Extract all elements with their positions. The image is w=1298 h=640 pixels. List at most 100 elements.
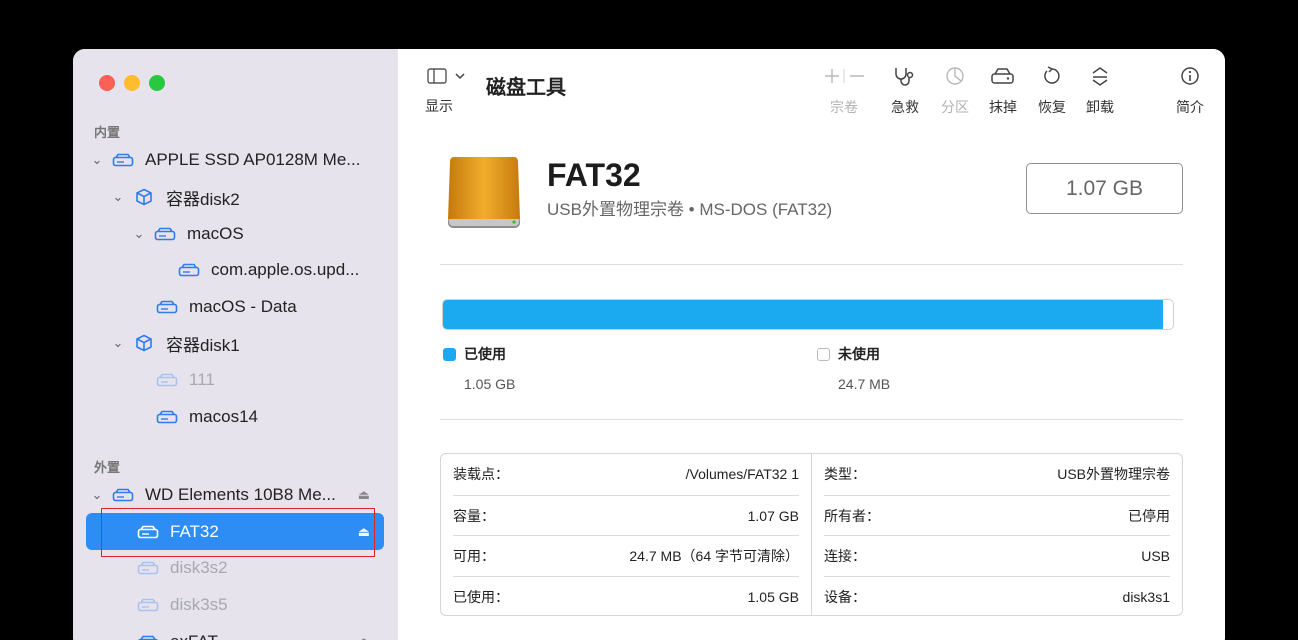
plus-minus-icon <box>820 66 868 91</box>
free-swatch <box>817 347 830 361</box>
sidebar-item-label: macos14 <box>189 407 258 426</box>
volume-icon <box>136 560 160 576</box>
minimize-button[interactable] <box>124 75 140 91</box>
section-internal: 内置 <box>94 125 121 140</box>
divider <box>440 419 1183 420</box>
sidebar-item-label: WD Elements 10B8 Me... <box>145 485 336 504</box>
container-cube-icon <box>132 188 156 206</box>
usage-bar <box>442 299 1174 330</box>
volume-name: FAT32 <box>547 157 641 193</box>
volume-header: FAT32 USB外置物理宗卷 • MS-DOS (FAT32) 1.07 GB <box>440 149 1185 239</box>
display-button[interactable]: 显示 <box>425 67 466 116</box>
sidebar-item-snapshot[interactable]: com.apple.os.upd... <box>73 253 398 287</box>
volume-icon <box>155 299 179 315</box>
first-aid-button[interactable]: 急救 <box>891 66 919 117</box>
chevron-down-icon[interactable]: ⌄ <box>89 152 105 168</box>
volume-icon <box>136 597 160 613</box>
section-external: 外置 <box>94 460 121 475</box>
info-column-right: 类型： USB外置物理宗卷 所有者： 已停用 连接： USB 设备： disk3… <box>811 454 1182 615</box>
volume-size-badge: 1.07 GB <box>1026 163 1183 214</box>
drive-icon <box>111 487 135 503</box>
zoom-button[interactable] <box>149 75 165 91</box>
sidebar-item-macos[interactable]: ⌄ macOS <box>73 217 398 251</box>
info-column-left: 装载点： /Volumes/FAT32 1 容量： 1.07 GB 可用： 24… <box>441 454 811 615</box>
table-row: 连接： USB <box>824 535 1170 576</box>
used-value: 1.05 GB <box>464 376 516 392</box>
eject-icon[interactable]: ⏏ <box>358 634 370 640</box>
sidebar-item-label: disk3s2 <box>170 558 228 577</box>
sidebar-item-label: macOS - Data <box>189 297 297 316</box>
sidebar-item-label: exFAT <box>170 632 218 640</box>
stethoscope-icon <box>892 66 918 91</box>
usage-bar-used <box>443 300 1163 329</box>
volume-icon <box>153 226 177 242</box>
volume-button[interactable]: 宗卷 <box>820 66 868 117</box>
info-button[interactable]: 简介 <box>1176 66 1204 117</box>
close-button[interactable] <box>99 75 115 91</box>
divider <box>440 264 1183 265</box>
sidebar-toggle-icon <box>426 67 466 90</box>
sidebar-item-label: com.apple.os.upd... <box>211 260 360 279</box>
sidebar-item-label: FAT32 <box>170 521 219 541</box>
volume-subtitle: USB外置物理宗卷 • MS-DOS (FAT32) <box>547 200 833 219</box>
eject-icon[interactable]: ⏏ <box>358 524 370 540</box>
eraser-drive-icon <box>990 66 1016 91</box>
info-icon <box>1179 66 1201 91</box>
info-table: 装载点： /Volumes/FAT32 1 容量： 1.07 GB 可用： 24… <box>440 453 1183 616</box>
table-row: 类型： USB外置物理宗卷 <box>824 466 1170 483</box>
sidebar-item-111[interactable]: 111 <box>73 363 398 397</box>
partition-button[interactable]: 分区 <box>941 66 969 117</box>
chevron-down-icon[interactable]: ⌄ <box>110 189 126 205</box>
sidebar-item-container-disk1[interactable]: ⌄ 容器disk1 <box>73 326 398 360</box>
legend-used: 已使用 1.05 GB <box>443 344 515 392</box>
table-row: 设备： disk3s1 <box>824 576 1170 617</box>
chevron-down-icon[interactable]: ⌄ <box>89 487 105 503</box>
erase-button[interactable]: 抹掉 <box>989 66 1017 117</box>
sidebar-item-exfat[interactable]: exFAT ⏏ <box>73 625 398 640</box>
volume-icon <box>136 524 160 540</box>
sidebar-item-label: 容器disk1 <box>166 335 240 355</box>
chevron-down-icon[interactable]: ⌄ <box>110 335 126 351</box>
sidebar-item-label: APPLE SSD AP0128M Me... <box>145 150 361 169</box>
volume-icon <box>155 409 179 425</box>
sidebar-item-label: 111 <box>189 370 215 389</box>
sidebar-item-container-disk2[interactable]: ⌄ 容器disk2 <box>73 180 398 214</box>
chevron-down-icon[interactable]: ⌄ <box>131 226 147 242</box>
sidebar-item-disk3s5[interactable]: disk3s5 <box>73 588 398 622</box>
drive-icon <box>111 152 135 168</box>
restore-arrow-icon <box>1041 66 1063 91</box>
table-row: 容量： 1.07 GB <box>453 494 799 536</box>
unmount-icon <box>1089 66 1111 91</box>
restore-button[interactable]: 恢复 <box>1038 66 1066 117</box>
sidebar: 内置 ⌄ APPLE SSD AP0128M Me... ⌄ 容器disk2 ⌄… <box>73 49 398 640</box>
legend-free: 未使用 24.7 MB <box>817 344 890 392</box>
eject-icon[interactable]: ⏏ <box>358 487 370 503</box>
app-title: 磁盘工具 <box>486 77 566 99</box>
sidebar-item-disk3s2[interactable]: disk3s2 <box>73 551 398 585</box>
container-cube-icon <box>132 334 156 352</box>
sidebar-item-label: disk3s5 <box>170 595 228 614</box>
sidebar-item-apple-ssd[interactable]: ⌄ APPLE SSD AP0128M Me... <box>73 143 398 177</box>
main-content: 显示 磁盘工具 宗卷 急救 分区 抹掉 恢复 卸载 简介 FAT32 USB外置… <box>398 49 1225 640</box>
table-row: 已使用： 1.05 GB <box>453 576 799 617</box>
volume-icon <box>136 634 160 640</box>
free-value: 24.7 MB <box>838 376 891 392</box>
sidebar-item-macos-data[interactable]: macOS - Data <box>73 290 398 324</box>
used-swatch <box>443 347 456 361</box>
sidebar-item-macos14[interactable]: macos14 <box>73 400 398 434</box>
volume-icon <box>177 262 201 278</box>
sidebar-item-label: 容器disk2 <box>166 189 240 209</box>
toolbar: 显示 磁盘工具 宗卷 急救 分区 抹掉 恢复 卸载 简介 <box>398 49 1225 129</box>
pie-chart-icon <box>944 66 966 91</box>
sidebar-item-label: macOS <box>187 224 244 243</box>
unmount-button[interactable]: 卸载 <box>1086 66 1114 117</box>
table-row: 装载点： /Volumes/FAT32 1 <box>453 466 799 483</box>
table-row: 可用： 24.7 MB（64 字节可清除） <box>453 535 799 576</box>
sidebar-item-wd-elements[interactable]: ⌄ WD Elements 10B8 Me... ⏏ <box>73 478 398 512</box>
window-controls <box>99 75 165 91</box>
volume-icon <box>155 372 179 388</box>
sidebar-item-fat32[interactable]: FAT32 ⏏ <box>86 513 384 550</box>
external-drive-icon <box>444 153 524 238</box>
table-row: 所有者： 已停用 <box>824 494 1170 536</box>
disk-utility-window: 内置 ⌄ APPLE SSD AP0128M Me... ⌄ 容器disk2 ⌄… <box>73 49 1225 640</box>
